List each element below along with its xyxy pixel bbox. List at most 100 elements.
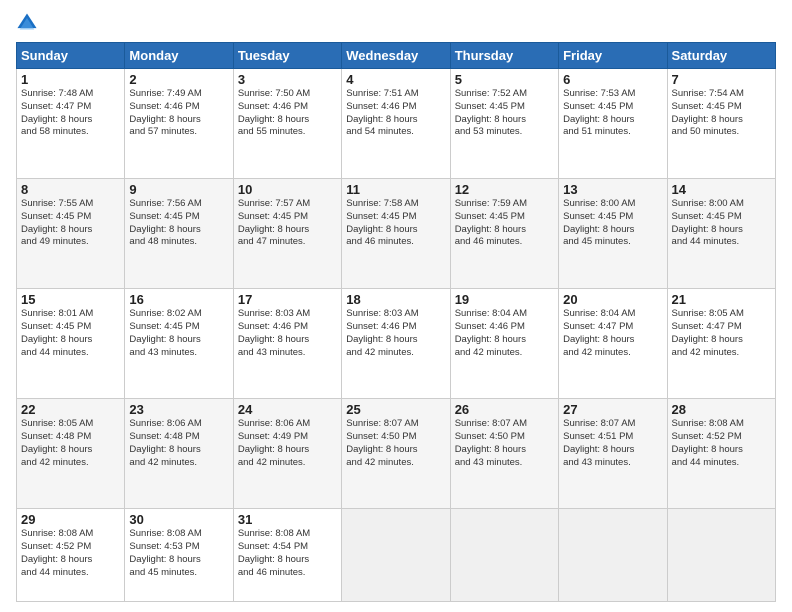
- cell-details: Sunrise: 7:59 AMSunset: 4:45 PMDaylight:…: [455, 198, 554, 249]
- week-row-5: 29Sunrise: 8:08 AMSunset: 4:52 PMDayligh…: [17, 509, 776, 602]
- day-number: 21: [672, 292, 771, 307]
- cell-details: Sunrise: 8:08 AMSunset: 4:52 PMDaylight:…: [672, 418, 771, 469]
- day-number: 30: [129, 512, 228, 527]
- day-number: 23: [129, 402, 228, 417]
- cell-details: Sunrise: 8:07 AMSunset: 4:51 PMDaylight:…: [563, 418, 662, 469]
- day-number: 26: [455, 402, 554, 417]
- cell-details: Sunrise: 7:52 AMSunset: 4:45 PMDaylight:…: [455, 88, 554, 139]
- cell-details: Sunrise: 8:01 AMSunset: 4:45 PMDaylight:…: [21, 308, 120, 359]
- cell-details: Sunrise: 8:08 AMSunset: 4:54 PMDaylight:…: [238, 528, 337, 579]
- cell-details: Sunrise: 8:06 AMSunset: 4:49 PMDaylight:…: [238, 418, 337, 469]
- day-number: 19: [455, 292, 554, 307]
- cell-details: Sunrise: 8:07 AMSunset: 4:50 PMDaylight:…: [455, 418, 554, 469]
- day-number: 17: [238, 292, 337, 307]
- cell-details: Sunrise: 8:02 AMSunset: 4:45 PMDaylight:…: [129, 308, 228, 359]
- weekday-header-thursday: Thursday: [450, 43, 558, 69]
- weekday-header-row: SundayMondayTuesdayWednesdayThursdayFrid…: [17, 43, 776, 69]
- day-number: 28: [672, 402, 771, 417]
- day-number: 7: [672, 72, 771, 87]
- week-row-1: 1Sunrise: 7:48 AMSunset: 4:47 PMDaylight…: [17, 69, 776, 179]
- week-row-2: 8Sunrise: 7:55 AMSunset: 4:45 PMDaylight…: [17, 179, 776, 289]
- day-number: 10: [238, 182, 337, 197]
- calendar-cell: 31Sunrise: 8:08 AMSunset: 4:54 PMDayligh…: [233, 509, 341, 602]
- cell-details: Sunrise: 8:07 AMSunset: 4:50 PMDaylight:…: [346, 418, 445, 469]
- weekday-header-monday: Monday: [125, 43, 233, 69]
- day-number: 16: [129, 292, 228, 307]
- day-number: 5: [455, 72, 554, 87]
- day-number: 18: [346, 292, 445, 307]
- calendar-cell: 25Sunrise: 8:07 AMSunset: 4:50 PMDayligh…: [342, 399, 450, 509]
- calendar-cell: 30Sunrise: 8:08 AMSunset: 4:53 PMDayligh…: [125, 509, 233, 602]
- calendar-cell: 17Sunrise: 8:03 AMSunset: 4:46 PMDayligh…: [233, 289, 341, 399]
- weekday-header-sunday: Sunday: [17, 43, 125, 69]
- calendar-cell: 3Sunrise: 7:50 AMSunset: 4:46 PMDaylight…: [233, 69, 341, 179]
- calendar-cell: 7Sunrise: 7:54 AMSunset: 4:45 PMDaylight…: [667, 69, 775, 179]
- calendar-cell: 20Sunrise: 8:04 AMSunset: 4:47 PMDayligh…: [559, 289, 667, 399]
- day-number: 20: [563, 292, 662, 307]
- day-number: 9: [129, 182, 228, 197]
- calendar-cell: [342, 509, 450, 602]
- day-number: 22: [21, 402, 120, 417]
- cell-details: Sunrise: 7:53 AMSunset: 4:45 PMDaylight:…: [563, 88, 662, 139]
- calendar-cell: 16Sunrise: 8:02 AMSunset: 4:45 PMDayligh…: [125, 289, 233, 399]
- calendar-cell: 11Sunrise: 7:58 AMSunset: 4:45 PMDayligh…: [342, 179, 450, 289]
- day-number: 25: [346, 402, 445, 417]
- calendar-cell: 8Sunrise: 7:55 AMSunset: 4:45 PMDaylight…: [17, 179, 125, 289]
- day-number: 31: [238, 512, 337, 527]
- page: SundayMondayTuesdayWednesdayThursdayFrid…: [0, 0, 792, 612]
- day-number: 6: [563, 72, 662, 87]
- day-number: 11: [346, 182, 445, 197]
- cell-details: Sunrise: 8:05 AMSunset: 4:47 PMDaylight:…: [672, 308, 771, 359]
- day-number: 4: [346, 72, 445, 87]
- cell-details: Sunrise: 8:05 AMSunset: 4:48 PMDaylight:…: [21, 418, 120, 469]
- day-number: 2: [129, 72, 228, 87]
- calendar-cell: 24Sunrise: 8:06 AMSunset: 4:49 PMDayligh…: [233, 399, 341, 509]
- calendar-cell: 2Sunrise: 7:49 AMSunset: 4:46 PMDaylight…: [125, 69, 233, 179]
- calendar-cell: 27Sunrise: 8:07 AMSunset: 4:51 PMDayligh…: [559, 399, 667, 509]
- logo: [16, 12, 42, 34]
- calendar-cell: 1Sunrise: 7:48 AMSunset: 4:47 PMDaylight…: [17, 69, 125, 179]
- cell-details: Sunrise: 8:06 AMSunset: 4:48 PMDaylight:…: [129, 418, 228, 469]
- day-number: 15: [21, 292, 120, 307]
- cell-details: Sunrise: 7:57 AMSunset: 4:45 PMDaylight:…: [238, 198, 337, 249]
- day-number: 13: [563, 182, 662, 197]
- cell-details: Sunrise: 7:51 AMSunset: 4:46 PMDaylight:…: [346, 88, 445, 139]
- cell-details: Sunrise: 8:03 AMSunset: 4:46 PMDaylight:…: [346, 308, 445, 359]
- cell-details: Sunrise: 7:49 AMSunset: 4:46 PMDaylight:…: [129, 88, 228, 139]
- cell-details: Sunrise: 8:04 AMSunset: 4:47 PMDaylight:…: [563, 308, 662, 359]
- cell-details: Sunrise: 7:58 AMSunset: 4:45 PMDaylight:…: [346, 198, 445, 249]
- calendar-cell: 22Sunrise: 8:05 AMSunset: 4:48 PMDayligh…: [17, 399, 125, 509]
- cell-details: Sunrise: 8:03 AMSunset: 4:46 PMDaylight:…: [238, 308, 337, 359]
- cell-details: Sunrise: 8:00 AMSunset: 4:45 PMDaylight:…: [672, 198, 771, 249]
- day-number: 8: [21, 182, 120, 197]
- week-row-4: 22Sunrise: 8:05 AMSunset: 4:48 PMDayligh…: [17, 399, 776, 509]
- calendar-cell: 21Sunrise: 8:05 AMSunset: 4:47 PMDayligh…: [667, 289, 775, 399]
- cell-details: Sunrise: 7:54 AMSunset: 4:45 PMDaylight:…: [672, 88, 771, 139]
- cell-details: Sunrise: 8:08 AMSunset: 4:52 PMDaylight:…: [21, 528, 120, 579]
- cell-details: Sunrise: 7:55 AMSunset: 4:45 PMDaylight:…: [21, 198, 120, 249]
- weekday-header-wednesday: Wednesday: [342, 43, 450, 69]
- weekday-header-tuesday: Tuesday: [233, 43, 341, 69]
- calendar-cell: 29Sunrise: 8:08 AMSunset: 4:52 PMDayligh…: [17, 509, 125, 602]
- calendar-cell: 10Sunrise: 7:57 AMSunset: 4:45 PMDayligh…: [233, 179, 341, 289]
- calendar-cell: 23Sunrise: 8:06 AMSunset: 4:48 PMDayligh…: [125, 399, 233, 509]
- week-row-3: 15Sunrise: 8:01 AMSunset: 4:45 PMDayligh…: [17, 289, 776, 399]
- calendar-cell: 18Sunrise: 8:03 AMSunset: 4:46 PMDayligh…: [342, 289, 450, 399]
- calendar-cell: 4Sunrise: 7:51 AMSunset: 4:46 PMDaylight…: [342, 69, 450, 179]
- calendar-cell: 12Sunrise: 7:59 AMSunset: 4:45 PMDayligh…: [450, 179, 558, 289]
- calendar-cell: 9Sunrise: 7:56 AMSunset: 4:45 PMDaylight…: [125, 179, 233, 289]
- calendar-cell: 26Sunrise: 8:07 AMSunset: 4:50 PMDayligh…: [450, 399, 558, 509]
- calendar-cell: 19Sunrise: 8:04 AMSunset: 4:46 PMDayligh…: [450, 289, 558, 399]
- calendar-cell: 6Sunrise: 7:53 AMSunset: 4:45 PMDaylight…: [559, 69, 667, 179]
- day-number: 1: [21, 72, 120, 87]
- day-number: 3: [238, 72, 337, 87]
- calendar-cell: [450, 509, 558, 602]
- calendar-table: SundayMondayTuesdayWednesdayThursdayFrid…: [16, 42, 776, 602]
- day-number: 14: [672, 182, 771, 197]
- calendar-cell: 5Sunrise: 7:52 AMSunset: 4:45 PMDaylight…: [450, 69, 558, 179]
- calendar-cell: [667, 509, 775, 602]
- cell-details: Sunrise: 8:00 AMSunset: 4:45 PMDaylight:…: [563, 198, 662, 249]
- cell-details: Sunrise: 8:04 AMSunset: 4:46 PMDaylight:…: [455, 308, 554, 359]
- day-number: 27: [563, 402, 662, 417]
- cell-details: Sunrise: 8:08 AMSunset: 4:53 PMDaylight:…: [129, 528, 228, 579]
